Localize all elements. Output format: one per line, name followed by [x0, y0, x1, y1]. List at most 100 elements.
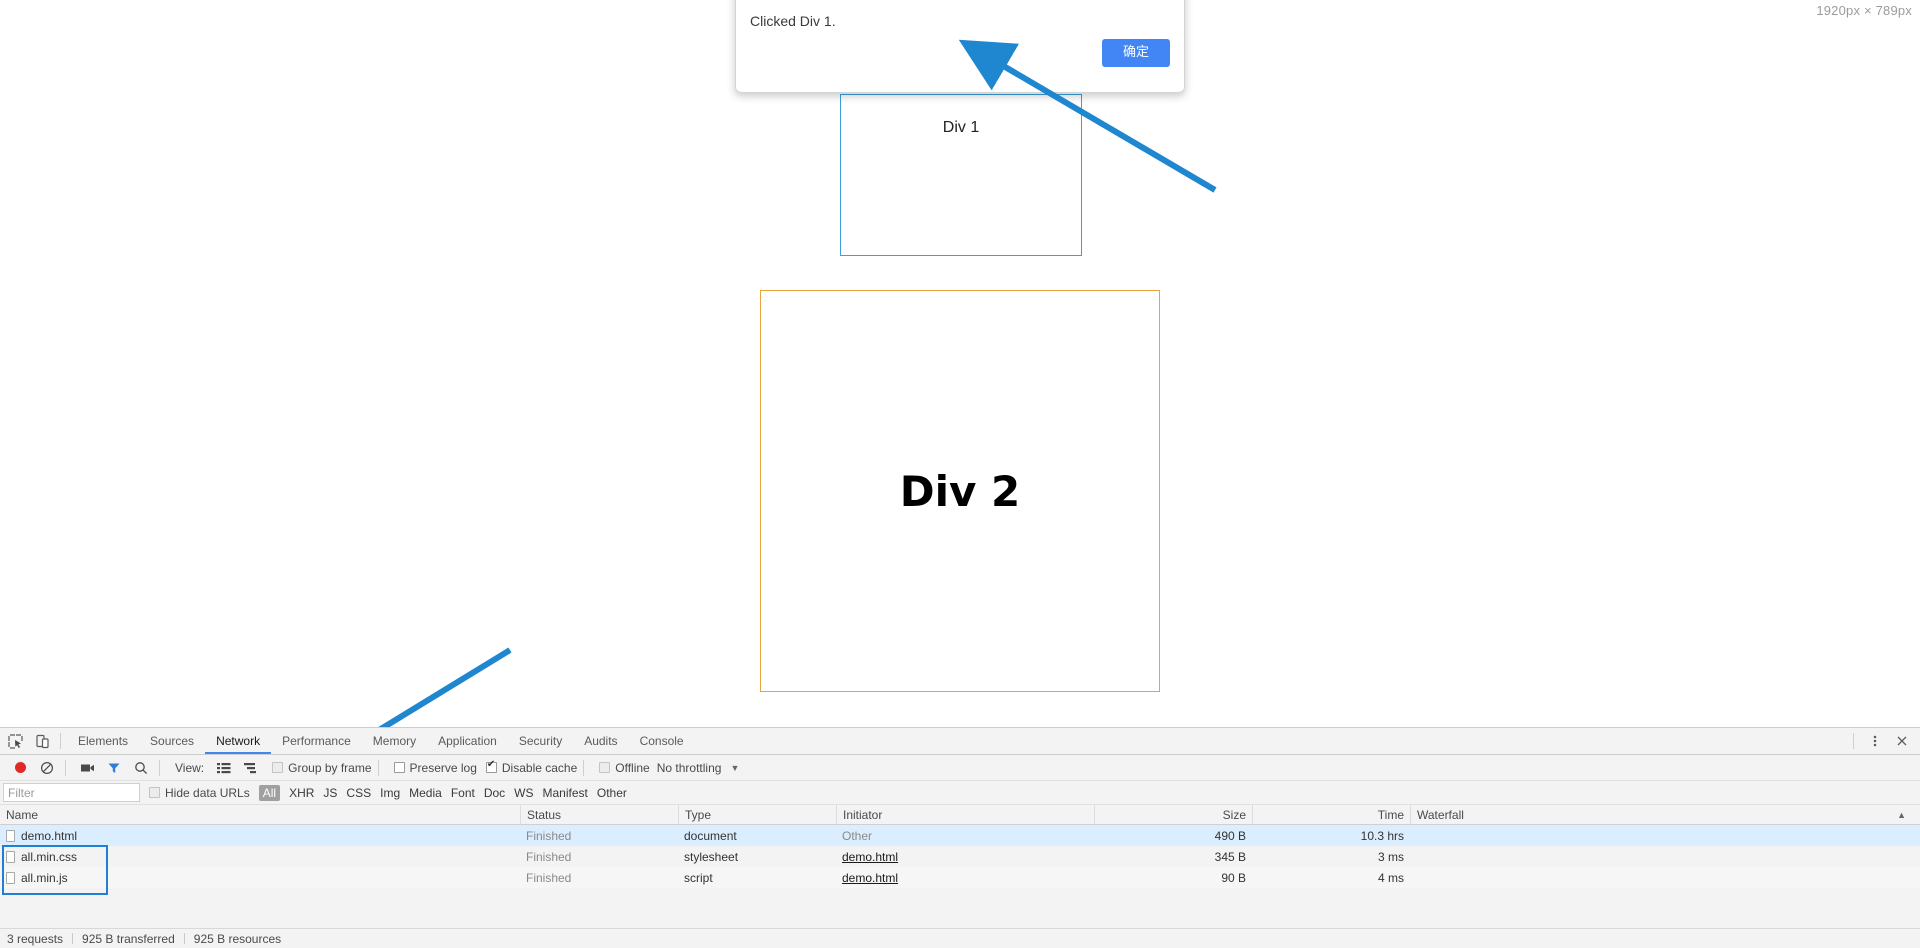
tab-security[interactable]: Security — [508, 728, 573, 754]
row-type-cell: script — [684, 870, 713, 885]
row-name-cell[interactable]: demo.html — [0, 829, 520, 843]
throttling-select[interactable]: No throttling — [657, 761, 722, 775]
disable-cache-label: Disable cache — [501, 760, 578, 775]
filter-type-other[interactable]: Other — [597, 786, 627, 800]
view-label: View: — [175, 760, 205, 775]
row-name-cell[interactable]: all.min.css — [0, 850, 520, 864]
tab-audits[interactable]: Audits — [573, 728, 628, 754]
row-time-cell: 10.3 hrs — [1360, 828, 1404, 843]
hide-data-urls-checkbox[interactable]: Hide data URLs — [149, 786, 250, 800]
tab-sources[interactable]: Sources — [139, 728, 205, 754]
alert-message: Clicked Div 1. — [750, 13, 836, 29]
status-requests: 3 requests — [7, 931, 64, 946]
table-row[interactable]: all.min.css Finished stylesheet demo.htm… — [0, 846, 1920, 867]
network-status-bar: 3 requests 925 B transferred 925 B resou… — [0, 928, 1920, 948]
filter-input[interactable] — [3, 783, 140, 802]
table-row[interactable]: demo.html Finished document Other 490 B … — [0, 825, 1920, 846]
disable-cache-checkbox[interactable]: Disable cache — [485, 759, 578, 775]
inspect-element-icon[interactable] — [3, 729, 27, 753]
toggle-device-toolbar-icon[interactable] — [30, 729, 54, 753]
javascript-alert-dialog[interactable]: Clicked Div 1. 确定 — [735, 0, 1185, 93]
filter-type-all[interactable]: All — [258, 784, 281, 801]
toolbar-divider-right — [1853, 733, 1854, 749]
screenshot-root: 1920px × 789px Div 1 Div 2 Clicked Div 1… — [0, 0, 1920, 948]
sort-ascending-icon[interactable]: ▲ — [1897, 810, 1914, 820]
offline-label: Offline — [615, 760, 650, 775]
tab-memory[interactable]: Memory — [362, 728, 427, 754]
record-network-log-icon[interactable] — [8, 756, 32, 780]
row-name-cell[interactable]: all.min.js — [0, 871, 520, 885]
devtools-panel: Elements Sources Network Performance Mem… — [0, 727, 1920, 948]
filter-type-xhr[interactable]: XHR — [289, 786, 314, 800]
filter-type-font[interactable]: Font — [451, 786, 475, 800]
filter-type-js[interactable]: JS — [323, 786, 337, 800]
filter-type-media[interactable]: Media — [409, 786, 442, 800]
tab-network[interactable]: Network — [205, 728, 271, 754]
div-2-box[interactable]: Div 2 — [760, 290, 1160, 692]
filter-funnel-icon[interactable] — [102, 756, 126, 780]
filter-type-doc[interactable]: Doc — [484, 786, 505, 800]
preserve-log-box — [393, 762, 405, 773]
div-2-label: Div 2 — [899, 466, 1021, 516]
row-type-cell: stylesheet — [684, 849, 739, 864]
search-icon[interactable] — [129, 756, 153, 780]
clear-network-log-icon[interactable] — [35, 756, 59, 780]
filter-type-css[interactable]: CSS — [346, 786, 371, 800]
offline-checkbox[interactable]: Offline — [599, 760, 650, 775]
column-header-initiator[interactable]: Initiator — [836, 805, 1094, 824]
view-list-icon[interactable] — [212, 756, 236, 780]
row-initiator-cell[interactable]: demo.html — [836, 850, 1094, 864]
column-header-status[interactable]: Status — [520, 805, 678, 824]
filter-type-ws[interactable]: WS — [514, 786, 533, 800]
row-size-cell: 490 B — [1214, 828, 1246, 843]
tab-performance[interactable]: Performance — [271, 728, 362, 754]
row-size-cell: 345 B — [1214, 849, 1246, 864]
column-header-time[interactable]: Time — [1252, 805, 1410, 824]
filter-type-img[interactable]: Img — [380, 786, 400, 800]
viewport-dimension-badge: 1920px × 789px — [1816, 3, 1912, 18]
network-toolbar: View: Group by frame Preserve log ✔ Disa… — [0, 755, 1920, 781]
capture-screenshots-icon[interactable] — [75, 756, 99, 780]
toolbar-divider-3 — [159, 759, 160, 776]
div-1-box[interactable]: Div 1 — [840, 94, 1082, 256]
row-initiator-link[interactable]: demo.html — [842, 850, 898, 864]
row-type-cell: document — [684, 828, 737, 843]
row-name-text: demo.html — [21, 828, 78, 843]
column-header-size[interactable]: Size — [1094, 805, 1252, 824]
tab-application[interactable]: Application — [427, 728, 508, 754]
row-initiator-cell[interactable]: demo.html — [836, 871, 1094, 885]
chevron-down-icon[interactable]: ▼ — [730, 763, 739, 773]
status-transferred: 925 B transferred — [82, 931, 175, 946]
table-header-row: Name Status Type Initiator Size Time Wat… — [0, 805, 1920, 825]
view-waterfall-icon[interactable] — [239, 756, 263, 780]
alert-ok-button[interactable]: 确定 — [1102, 39, 1170, 67]
column-header-waterfall[interactable]: Waterfall ▲ — [1410, 805, 1920, 824]
row-initiator-link[interactable]: demo.html — [842, 871, 898, 885]
row-time-cell: 3 ms — [1377, 849, 1404, 864]
close-devtools-icon[interactable] — [1890, 729, 1914, 753]
row-status-cell: Finished — [526, 828, 572, 843]
status-divider-1 — [72, 933, 74, 944]
column-header-waterfall-label: Waterfall — [1417, 807, 1464, 822]
tab-elements[interactable]: Elements — [67, 728, 139, 754]
row-name-text: all.min.js — [21, 870, 68, 885]
column-header-type[interactable]: Type — [678, 805, 836, 824]
script-file-icon — [6, 871, 15, 884]
disable-cache-box — [485, 759, 497, 773]
preserve-log-checkbox[interactable]: Preserve log — [393, 761, 477, 775]
group-by-frame-box — [272, 762, 284, 773]
toolbar-divider-2 — [65, 759, 66, 776]
column-header-name[interactable]: Name — [0, 808, 520, 822]
more-options-kebab-icon[interactable] — [1863, 729, 1887, 753]
network-requests-table: Name Status Type Initiator Size Time Wat… — [0, 805, 1920, 888]
table-row[interactable]: all.min.js Finished script demo.html 90 … — [0, 867, 1920, 888]
filter-type-manifest[interactable]: Manifest — [543, 786, 588, 800]
hide-data-urls-label: Hide data URLs — [165, 785, 250, 800]
row-size-cell: 90 B — [1221, 870, 1246, 885]
status-resources: 925 B resources — [193, 931, 282, 946]
toolbar-divider-4 — [377, 759, 379, 776]
row-status-cell: Finished — [526, 849, 572, 864]
tab-console[interactable]: Console — [629, 728, 695, 754]
hide-data-urls-box — [149, 787, 160, 798]
group-by-frame-checkbox[interactable]: Group by frame — [272, 761, 372, 775]
